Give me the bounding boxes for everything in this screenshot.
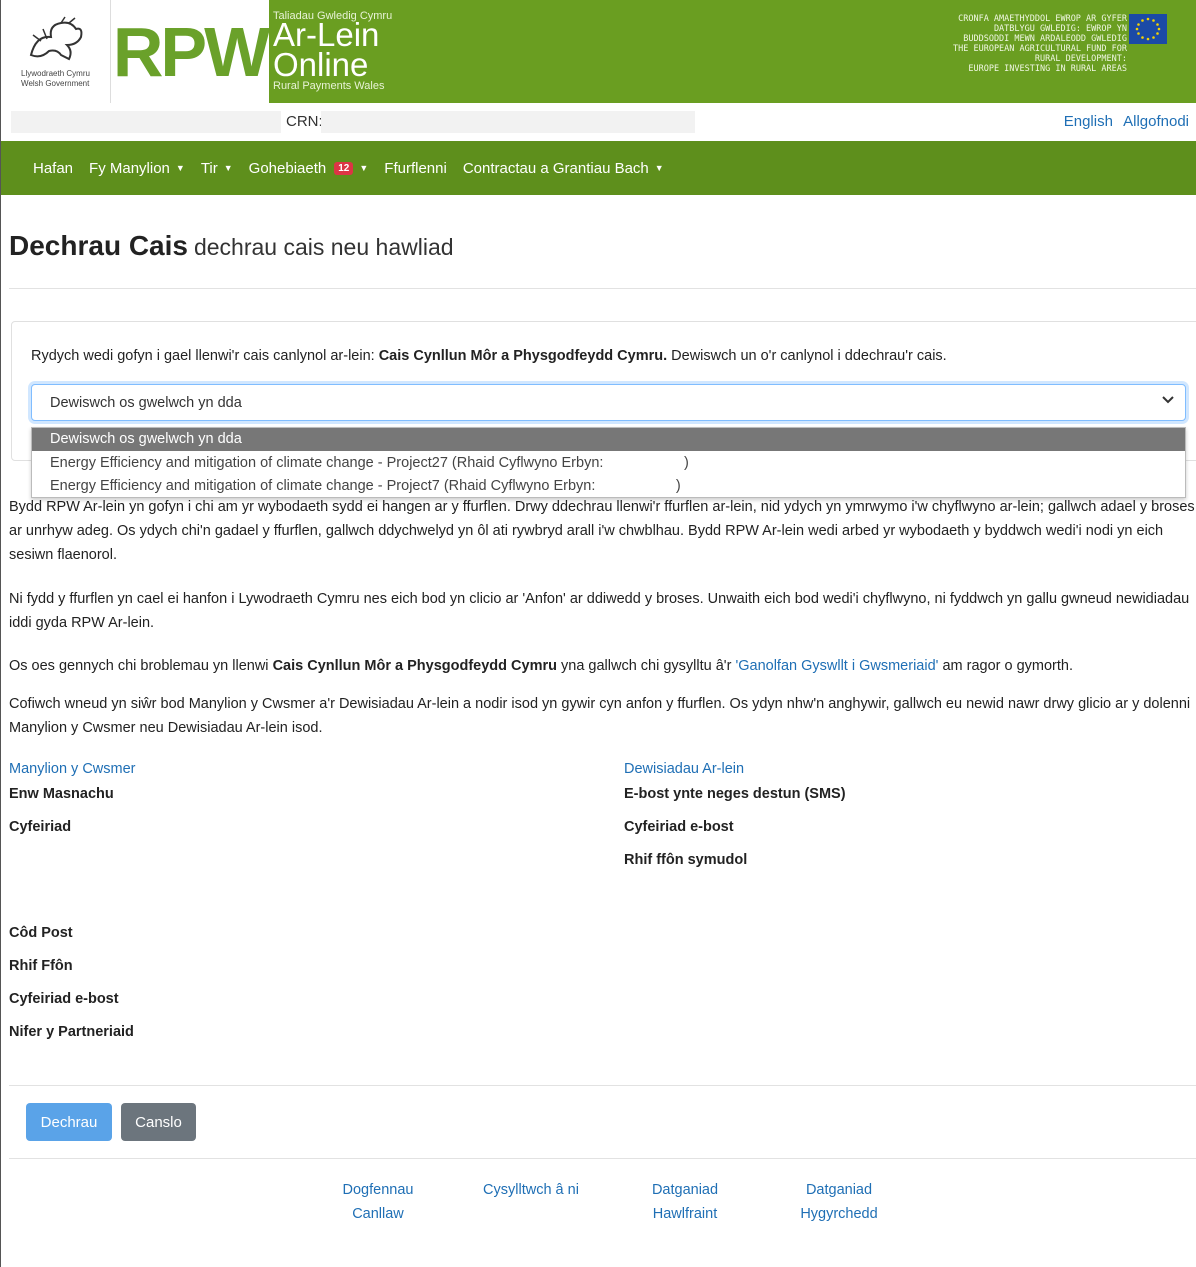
info-paragraph-3: Os oes gennych chi broblemau yn llenwi C… [9, 654, 1196, 678]
customer-name-field [11, 111, 281, 133]
eu-fund-text: CRONFA AMAETHYDDOL EWROP AR GYFER DATBLY… [867, 14, 1127, 74]
nav-land[interactable]: Tir ▼ [201, 160, 233, 177]
select-option[interactable]: Energy Efficiency and mitigation of clim… [32, 452, 1185, 475]
select-current-value: Dewiswch os gwelwch yn dda [50, 395, 242, 411]
eu-line: BUDDSODDI MEWN ARDALEODD GWLEDIG [963, 34, 1127, 44]
crn-value-field [321, 111, 695, 133]
footer-guidance-line1: Dogfennau [342, 1182, 414, 1198]
gov-name-welsh: Llywodraeth Cymru [21, 68, 90, 78]
p3-after: am ragor o gymorth. [938, 658, 1073, 674]
nav-correspondence-label: Gohebiaeth [248, 159, 327, 177]
panel-intro-after: Dewiswch un o'r canlynol i ddechrau'r ca… [667, 348, 947, 364]
info-paragraph-1: Bydd RPW Ar-lein yn gofyn i chi am yr wy… [9, 499, 1195, 563]
main-nav: Hafan Fy Manylion ▼ Tir ▼ Gohebiaeth 12 ▼ Ff… [1, 141, 1196, 195]
nav-contracts-label: Contractau a Grantiau Bach [462, 159, 649, 177]
caret-down-icon: ▼ [175, 163, 185, 173]
footer-accessibility-line2: Hygyrchedd [800, 1206, 878, 1222]
p3-middle: yna gallwch chi gysylltu â'r [556, 658, 736, 674]
eu-line: THE EUROPEAN AGRICULTURAL FUND FOR [953, 44, 1127, 54]
footer-copyright-line1: Datganiad [651, 1182, 719, 1198]
nav-contracts[interactable]: Contractau a Grantiau Bach ▼ [463, 160, 664, 177]
p3-before: Os oes gennych chi broblemau yn llenwi [9, 658, 273, 674]
footer-accessibility-line1: Datganiad [805, 1182, 873, 1198]
dragon-icon [29, 16, 82, 60]
logout-link[interactable]: Allgofnodi [1123, 113, 1189, 130]
info-paragraph-2: Ni fydd y ffurflen yn cael ei hanfon i L… [9, 591, 1190, 631]
footer-copyright-line2: Hawlfraint [652, 1206, 718, 1222]
panel-intro-before: Rydych wedi gofyn i gael llenwi'r cais c… [31, 348, 379, 364]
online-preferences-link[interactable]: Dewisiadau Ar-lein [624, 761, 744, 777]
divider [9, 1085, 1196, 1086]
select-dropdown-list: Dewiswch os gwelwch yn dda Energy Effici… [31, 427, 1186, 498]
caret-down-icon: ▼ [223, 163, 233, 173]
cancel-button[interactable]: Canslo [121, 1103, 196, 1141]
eu-line: CRONFA AMAETHYDDOL EWROP AR GYFER [958, 14, 1127, 24]
eu-flag-icon [1129, 14, 1167, 44]
footer-contact-link[interactable]: Cysylltwch â ni [471, 1178, 591, 1202]
eu-line: RURAL DEVELOPMENT: [1034, 54, 1127, 64]
arlein-line2: Online [273, 46, 369, 83]
page-title-sub: dechrau cais neu hawliad [193, 234, 454, 260]
top-links: English Allgofnodi [1058, 113, 1189, 130]
info-paragraph-4: Cofiwch wneud yn siŵr bod Manylion y Cws… [9, 696, 1191, 736]
email-or-sms-label: E-bost ynte neges destun (SMS) [624, 786, 846, 802]
start-button[interactable]: Dechrau [26, 1103, 112, 1141]
arlein-subtitle: Rural Payments Wales [273, 80, 385, 92]
chevron-down-icon [1161, 392, 1175, 409]
divider [9, 1158, 1196, 1159]
rpw-logo-text: RPW [112, 12, 270, 91]
select-option[interactable]: Energy Efficiency and mitigation of clim… [32, 475, 1185, 498]
page-title-main: Dechrau Cais [9, 230, 188, 261]
ar-lein-online-band: Taliadau Gwledig Cymru Ar-Lein Online Ru… [269, 0, 1196, 103]
customer-details-link[interactable]: Manylion y Cwsmer [9, 761, 136, 777]
welsh-government-logo[interactable]: Llywodraeth Cymru Welsh Government [1, 0, 111, 103]
footer-accessibility-link[interactable]: Datganiad Hygyrchedd [784, 1178, 894, 1226]
crn-strip: CRN: English Allgofnodi [1, 103, 1196, 141]
divider [9, 288, 1196, 289]
nav-home-label: Hafan [33, 159, 74, 177]
postcode-label: Côd Post [9, 925, 73, 941]
p3-scheme: Cais Cynllun Môr a Physgodfeydd Cymru [272, 658, 557, 674]
phone-label: Rhif Ffôn [9, 958, 73, 974]
correspondence-count-badge: 12 [334, 161, 354, 175]
caret-down-icon: ▼ [359, 163, 369, 173]
caret-down-icon: ▼ [654, 163, 664, 173]
footer-guidance-line2: Canllaw [352, 1206, 404, 1222]
nav-my-details-label: Fy Manylion [89, 159, 170, 177]
header-banner: Llywodraeth Cymru Welsh Government RPW T… [1, 0, 1196, 103]
email-label: Cyfeiriad e-bost [9, 991, 119, 1007]
footer-guidance-link[interactable]: Dogfennau Canllaw [328, 1178, 428, 1226]
select-option[interactable]: Dewiswch os gwelwch yn dda [32, 428, 1185, 451]
panel-intro-scheme: Cais Cynllun Môr a Physgodfeydd Cymru. [378, 348, 668, 364]
gov-name-english: Welsh Government [21, 78, 90, 88]
eu-stars-icon [1135, 17, 1161, 41]
nav-my-details[interactable]: Fy Manylion ▼ [89, 160, 185, 177]
crn-label: CRN: [286, 113, 323, 130]
trading-name-label: Enw Masnachu [9, 786, 114, 802]
application-select[interactable]: Dewiswch os gwelwch yn dda [31, 384, 1186, 421]
rpw-logo[interactable]: RPW [111, 0, 270, 103]
english-link[interactable]: English [1064, 113, 1113, 130]
address-label: Cyfeiriad [9, 819, 72, 835]
nav-correspondence[interactable]: Gohebiaeth 12 ▼ [249, 160, 369, 177]
online-email-label: Cyfeiriad e-bost [624, 819, 734, 835]
page-title: Dechrau Cais dechrau cais neu hawliad [9, 230, 454, 262]
arlein-title: Ar-Lein Online [273, 18, 379, 83]
nav-home[interactable]: Hafan [33, 160, 73, 177]
panel-intro: Rydych wedi gofyn i gael llenwi'r cais c… [31, 348, 947, 364]
nav-forms[interactable]: Ffurflenni [384, 160, 447, 177]
mobile-label: Rhif ffôn symudol [624, 852, 748, 868]
contact-centre-link[interactable]: 'Ganolfan Gyswllt i Gwsmeriaid' [735, 658, 938, 674]
page: Llywodraeth Cymru Welsh Government RPW T… [0, 0, 1196, 1267]
footer-copyright-link[interactable]: Datganiad Hawlfraint [635, 1178, 735, 1226]
eu-line: DATBLYGU GWLEDIG: EWROP YN [993, 24, 1127, 34]
nav-forms-label: Ffurflenni [384, 159, 447, 177]
eu-line: EUROPE INVESTING IN RURAL AREAS [968, 64, 1127, 74]
nav-land-label: Tir [200, 159, 218, 177]
partners-label: Nifer y Partneriaid [9, 1024, 134, 1040]
